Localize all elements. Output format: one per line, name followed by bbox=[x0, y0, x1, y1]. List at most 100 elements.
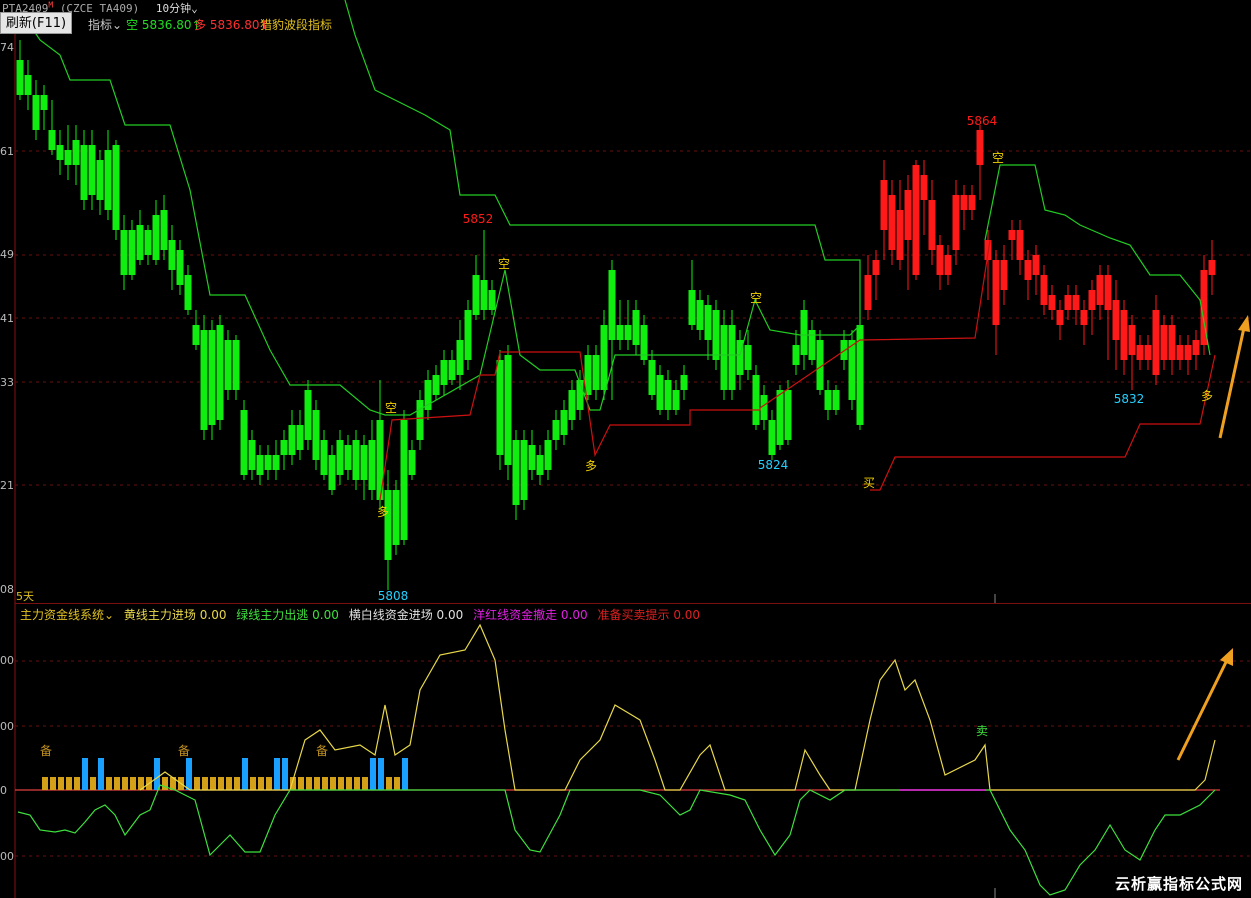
refresh-button[interactable]: 刷新(F11) bbox=[0, 12, 72, 34]
down-candle bbox=[40, 95, 48, 110]
yellow-bar bbox=[258, 777, 264, 790]
down-candle bbox=[232, 340, 240, 390]
up-candle bbox=[1080, 310, 1088, 325]
yellow-bar bbox=[130, 777, 136, 790]
down-candle bbox=[248, 440, 256, 470]
down-candle bbox=[200, 330, 208, 430]
down-candle bbox=[80, 145, 88, 200]
down-candle bbox=[224, 340, 232, 390]
up-candle bbox=[1000, 260, 1008, 290]
up-candle bbox=[904, 190, 912, 240]
up-candle bbox=[1024, 260, 1032, 280]
down-candle bbox=[64, 150, 72, 165]
down-candle bbox=[144, 230, 152, 255]
indicator-selector[interactable]: 指标⌄ bbox=[88, 16, 122, 33]
system-name: 猎豹波段指标 bbox=[260, 18, 333, 32]
down-candle bbox=[752, 375, 760, 425]
up-candle bbox=[1168, 325, 1176, 360]
down-candle bbox=[464, 310, 472, 360]
bottom-legend: 主力资金线系统⌄ 黄线主力进场 0.00 绿线主力出逃 0.00 横白线资金进场… bbox=[20, 608, 701, 622]
blue-bar bbox=[282, 758, 288, 790]
blue-bar bbox=[82, 758, 88, 790]
down-candle bbox=[176, 250, 184, 285]
down-candle bbox=[416, 400, 424, 440]
yellow-bar bbox=[162, 777, 168, 790]
price-tick: 61 bbox=[0, 145, 14, 158]
down-candle bbox=[376, 420, 384, 500]
yellow-bar bbox=[250, 777, 256, 790]
down-candle bbox=[520, 440, 528, 500]
down-candle bbox=[312, 410, 320, 460]
down-candle bbox=[128, 230, 136, 275]
down-candle bbox=[432, 375, 440, 395]
down-candle bbox=[504, 355, 512, 465]
down-candle bbox=[600, 325, 608, 390]
yellow-bar bbox=[122, 777, 128, 790]
blue-bar bbox=[242, 758, 248, 790]
yellow-bar bbox=[306, 777, 312, 790]
yellow-bar bbox=[218, 777, 224, 790]
indicator-mark: 备 bbox=[178, 744, 190, 758]
up-candle bbox=[1112, 300, 1120, 340]
down-candle bbox=[544, 440, 552, 470]
yellow-bar bbox=[194, 777, 200, 790]
yellow-bar bbox=[386, 777, 392, 790]
yellow-bar bbox=[66, 777, 72, 790]
indicator-mark: 卖 bbox=[976, 724, 988, 738]
down-candle bbox=[344, 445, 352, 470]
signal-marker: 买 bbox=[863, 476, 875, 490]
down-candle bbox=[688, 290, 696, 325]
period-selector[interactable]: 10分钟⌄ bbox=[156, 2, 198, 15]
down-candle bbox=[784, 390, 792, 440]
down-candle bbox=[368, 440, 376, 490]
down-candle bbox=[256, 455, 264, 475]
down-candle bbox=[648, 360, 656, 395]
green-line bbox=[17, 784, 1216, 896]
yellow-bar bbox=[338, 777, 344, 790]
yellow-bar bbox=[226, 777, 232, 790]
yellow-line bbox=[139, 623, 1216, 791]
down-candle bbox=[832, 390, 840, 410]
price-mark-label: 5852 bbox=[463, 212, 494, 226]
up-candle bbox=[1016, 230, 1024, 260]
yellow-bar bbox=[74, 777, 80, 790]
price-mark-label: 5864 bbox=[967, 114, 998, 128]
down-candle bbox=[192, 325, 200, 345]
indicator-mark: 备 bbox=[316, 744, 328, 758]
down-candle bbox=[160, 210, 168, 250]
up-candle bbox=[888, 195, 896, 250]
signal-marker: 多 bbox=[377, 505, 389, 519]
down-candle bbox=[616, 325, 624, 340]
annotation-arrow bbox=[1218, 322, 1247, 439]
down-candle bbox=[400, 420, 408, 540]
support-line bbox=[870, 354, 1216, 491]
price-tick: 21 bbox=[0, 479, 14, 492]
up-candle bbox=[1136, 345, 1144, 360]
up-candle bbox=[1152, 310, 1160, 375]
up-candle bbox=[912, 165, 920, 275]
down-candle bbox=[824, 390, 832, 410]
yellow-bar bbox=[322, 777, 328, 790]
down-candle bbox=[392, 490, 400, 545]
up-candle bbox=[1144, 345, 1152, 360]
price-tick: 74 bbox=[0, 41, 14, 54]
up-candle bbox=[1128, 325, 1136, 355]
down-candle bbox=[48, 130, 56, 150]
bottom-system[interactable]: 主力资金线系统⌄ bbox=[20, 608, 114, 622]
down-candle bbox=[384, 490, 392, 560]
up-candle bbox=[1184, 345, 1192, 360]
down-candle bbox=[88, 145, 96, 195]
up-candle bbox=[1064, 295, 1072, 310]
down-candle bbox=[32, 95, 40, 130]
annotation-arrow bbox=[1176, 657, 1230, 761]
down-candle bbox=[288, 425, 296, 455]
indicator-tick: 0 bbox=[0, 784, 7, 797]
signal-marker: 空 bbox=[992, 151, 1004, 165]
down-candle bbox=[168, 240, 176, 270]
down-candle bbox=[552, 420, 560, 440]
yellow-bar bbox=[346, 777, 352, 790]
up-candle bbox=[952, 195, 960, 250]
down-candle bbox=[72, 140, 80, 165]
down-candle bbox=[568, 390, 576, 420]
down-candle bbox=[296, 425, 304, 450]
